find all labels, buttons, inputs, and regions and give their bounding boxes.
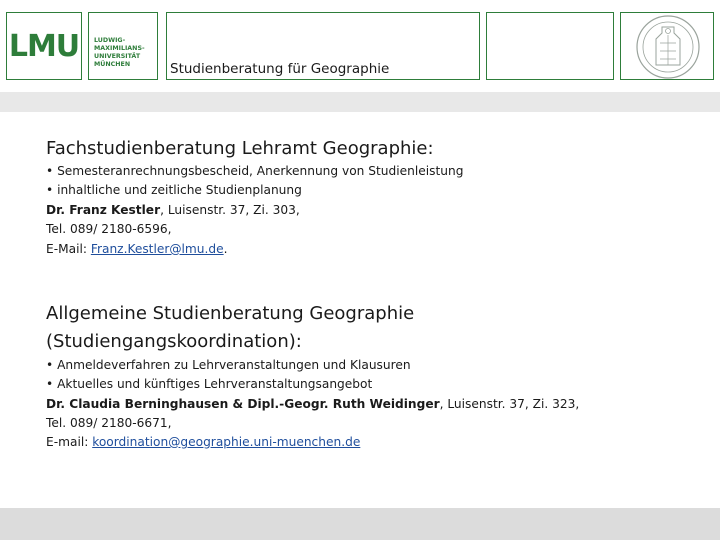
university-seal <box>620 12 714 80</box>
email-link-koordination[interactable]: koordination@geographie.uni-muenchen.de <box>92 435 360 449</box>
lmu-logo-text: LMU <box>8 28 80 64</box>
university-name-line: MÜNCHEN <box>94 61 131 68</box>
lmu-logo: LMU <box>6 12 82 80</box>
bullet-item: • Aktuelles und künftiges Lehrveranstalt… <box>46 377 373 391</box>
email-line: E-mail: koordination@geographie.uni-muen… <box>46 433 360 453</box>
bullet-item: • Anmeldeverfahren zu Lehrveranstaltunge… <box>46 358 411 372</box>
section-heading-lehramt: Fachstudienberatung Lehramt Geographie: <box>46 137 434 160</box>
university-name-line: LUDWIG- <box>94 37 126 44</box>
header-blank-box <box>486 12 614 80</box>
university-name-line: UNIVERSITÄT <box>94 53 141 60</box>
page-footer <box>0 508 720 540</box>
contact-name: Dr. Claudia Berninghausen & Dipl.-Geogr.… <box>46 397 440 411</box>
contact-line: Dr. Franz Kestler, Luisenstr. 37, Zi. 30… <box>46 201 300 221</box>
telephone: Tel. 089/ 2180-6596, <box>46 222 172 236</box>
contact-line: Dr. Claudia Berninghausen & Dipl.-Geogr.… <box>46 395 579 415</box>
email-link-kestler[interactable]: Franz.Kestler@lmu.de <box>91 242 224 256</box>
section-heading-allgemein: Allgemeine Studienberatung Geographie <box>46 303 415 324</box>
email-suffix: . <box>223 242 228 256</box>
email-label: E-Mail: <box>46 242 91 256</box>
heading-text: Fachstudienberatung Lehramt Geographie <box>46 138 428 159</box>
page-header: LMU LUDWIG- MAXIMILIANS- UNIVERSITÄT MÜN… <box>0 0 720 92</box>
header-divider-band <box>0 92 720 112</box>
bullet-item: • inhaltliche und zeitliche Studienplanu… <box>46 183 302 197</box>
page-title: Studienberatung für Geographie <box>170 61 390 77</box>
contact-address: , Luisenstr. 37, Zi. 323, <box>439 397 580 411</box>
contact-address: , Luisenstr. 37, Zi. 303, <box>160 203 300 217</box>
email-line: E-Mail: Franz.Kestler@lmu.de. <box>46 240 228 260</box>
section-heading-koordination: (Studiengangskoordination): <box>46 331 302 352</box>
telephone: Tel. 089/ 2180-6671, <box>46 416 172 430</box>
email-label: E-mail: <box>46 435 93 449</box>
title-box: Studienberatung für Geographie <box>166 12 480 80</box>
bullet-item: • Semesteranrechnungsbescheid, Anerkennu… <box>46 164 464 178</box>
contact-name: Dr. Franz Kestler <box>46 203 161 217</box>
heading-colon: : <box>427 138 434 159</box>
university-name-box: LUDWIG- MAXIMILIANS- UNIVERSITÄT MÜNCHEN <box>88 12 158 80</box>
university-name-line: MAXIMILIANS- <box>94 45 145 52</box>
seal-icon <box>636 15 700 79</box>
